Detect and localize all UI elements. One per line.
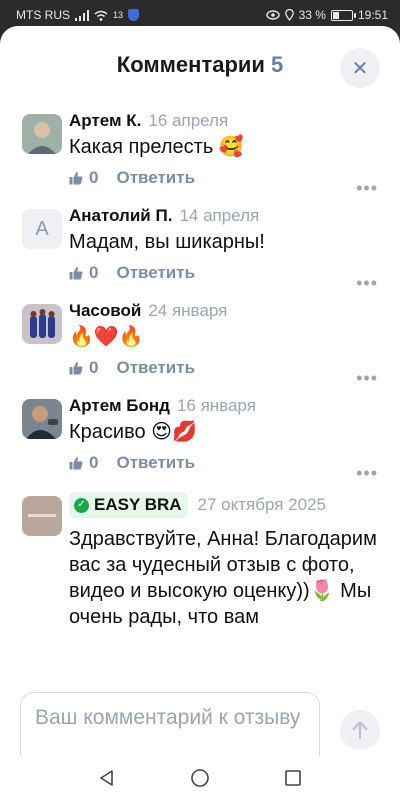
comment-body: Артем К. 16 апреля Какая прелесть 🥰 0 От… bbox=[69, 110, 380, 190]
status-bar-right: 33 % 19:51 bbox=[265, 8, 388, 22]
comment-item: Артем Бонд 16 января Красиво 😍💋 0 Ответи… bbox=[0, 395, 400, 485]
comment-meta: Артем Бонд 16 января bbox=[69, 395, 380, 417]
system-nav-bar bbox=[0, 756, 400, 800]
comment-date: 16 января bbox=[176, 396, 256, 415]
comment-date: 27 октября 2025 bbox=[197, 495, 327, 514]
signal-label: 13 bbox=[113, 10, 124, 20]
recents-square-icon bbox=[285, 770, 302, 786]
comment-author[interactable]: Анатолий П. bbox=[69, 205, 172, 227]
comment-item: А Анатолий П. 14 апреля Мадам, вы шикарн… bbox=[0, 205, 400, 295]
comment-actions: 0 Ответить bbox=[69, 261, 380, 285]
like-count: 0 bbox=[89, 263, 99, 282]
comment-actions: 0 Ответить bbox=[69, 356, 380, 380]
location-icon bbox=[284, 9, 294, 21]
thumbs-up-icon bbox=[69, 457, 83, 470]
comment-composer: Ваш комментарий к отзыву bbox=[0, 686, 400, 772]
avatar[interactable]: А bbox=[22, 209, 62, 249]
comment-text: 🔥❤️🔥 bbox=[69, 326, 144, 348]
thumbs-up-icon bbox=[69, 172, 83, 185]
more-options-icon[interactable]: ••• bbox=[356, 271, 378, 295]
home-circle-icon bbox=[191, 769, 209, 787]
battery-fill bbox=[332, 11, 339, 19]
comment-item: Часовой 24 января 🔥❤️🔥 0 Ответить ••• bbox=[0, 300, 400, 390]
verified-seller-badge[interactable]: ✓ EASY BRA bbox=[69, 492, 188, 518]
comment-actions: 0 Ответить bbox=[69, 451, 380, 475]
reply-button[interactable]: Ответить bbox=[116, 453, 195, 473]
eye-icon bbox=[265, 10, 280, 20]
like-button[interactable]: 0 bbox=[69, 168, 98, 188]
like-count: 0 bbox=[89, 358, 99, 377]
comment-author[interactable]: Артем Бонд bbox=[69, 395, 170, 417]
like-button[interactable]: 0 bbox=[69, 358, 98, 378]
thumbs-up-icon bbox=[69, 267, 83, 280]
home-button[interactable] bbox=[185, 763, 215, 793]
shop-name: EASY BRA bbox=[94, 495, 182, 514]
clock: 19:51 bbox=[357, 8, 388, 22]
like-count: 0 bbox=[89, 168, 99, 187]
comment-date: 16 апреля bbox=[148, 111, 229, 130]
back-button[interactable] bbox=[92, 763, 122, 793]
reply-button[interactable]: Ответить bbox=[116, 263, 195, 283]
send-button[interactable] bbox=[340, 710, 380, 750]
shop-reply-text: Здравствуйте, Анна! Благодарим вас за чу… bbox=[69, 528, 377, 628]
shield-icon bbox=[128, 9, 140, 21]
comments-sheet: Комментарии 5 ✕ Артем К. 16 апреля Какая … bbox=[0, 26, 400, 800]
comment-date: 14 апреля bbox=[179, 206, 260, 225]
battery-percent: 33 % bbox=[298, 8, 326, 22]
close-button[interactable]: ✕ bbox=[340, 48, 380, 88]
page-title: Комментарии 5 bbox=[117, 52, 283, 78]
comment-body: ✓ EASY BRA 27 октября 2025 Здравствуйте,… bbox=[69, 492, 380, 630]
comment-text: Какая прелесть 🥰 bbox=[69, 136, 244, 158]
like-button[interactable]: 0 bbox=[69, 453, 98, 473]
sheet-header: Комментарии 5 ✕ bbox=[0, 26, 400, 110]
comment-text: Мадам, вы шикарны! bbox=[69, 231, 265, 253]
close-icon: ✕ bbox=[351, 57, 369, 80]
comment-actions: 0 Ответить bbox=[69, 166, 380, 190]
comment-text: Красиво 😍💋 bbox=[69, 421, 197, 443]
comment-meta: ✓ EASY BRA 27 октября 2025 bbox=[69, 492, 380, 518]
recents-button[interactable] bbox=[278, 763, 308, 793]
back-triangle-icon bbox=[99, 770, 113, 786]
thumbs-up-icon bbox=[69, 362, 83, 375]
comment-author[interactable]: Артем К. bbox=[69, 110, 141, 132]
battery-icon bbox=[330, 9, 356, 21]
comment-meta: Артем К. 16 апреля bbox=[69, 110, 380, 132]
avatar[interactable] bbox=[22, 399, 62, 439]
comment-body: Артем Бонд 16 января Красиво 😍💋 0 Ответи… bbox=[69, 395, 380, 475]
avatar[interactable] bbox=[22, 114, 62, 154]
checkmark-icon: ✓ bbox=[74, 497, 89, 513]
like-button[interactable]: 0 bbox=[69, 263, 98, 283]
comment-item: Артем К. 16 апреля Какая прелесть 🥰 0 От… bbox=[0, 110, 400, 200]
wifi-icon bbox=[94, 10, 108, 21]
more-options-icon[interactable]: ••• bbox=[356, 366, 378, 390]
signal-icon bbox=[75, 9, 89, 21]
comment-body: Часовой 24 января 🔥❤️🔥 0 Ответить bbox=[69, 300, 380, 380]
reply-button[interactable]: Ответить bbox=[116, 358, 195, 378]
comment-meta: Часовой 24 января bbox=[69, 300, 380, 322]
shop-reply-item: ✓ EASY BRA 27 октября 2025 Здравствуйте,… bbox=[0, 492, 400, 662]
avatar[interactable] bbox=[22, 304, 62, 344]
comment-author[interactable]: Часовой bbox=[69, 300, 141, 322]
more-options-icon[interactable]: ••• bbox=[356, 176, 378, 200]
arrow-up-icon bbox=[352, 721, 368, 740]
like-count: 0 bbox=[89, 453, 99, 472]
status-bar-left: MTS RUS 13 bbox=[16, 8, 140, 22]
comment-body: Анатолий П. 14 апреля Мадам, вы шикарны!… bbox=[69, 205, 380, 285]
more-options-icon[interactable]: ••• bbox=[356, 461, 378, 485]
shop-logo[interactable] bbox=[22, 496, 62, 536]
comment-count: 5 bbox=[270, 52, 284, 77]
title-text: Комментарии bbox=[116, 52, 265, 77]
comment-date: 24 января bbox=[148, 301, 228, 320]
comment-meta: Анатолий П. 14 апреля bbox=[69, 205, 380, 227]
reply-button[interactable]: Ответить bbox=[116, 168, 195, 188]
carrier-label: MTS RUS bbox=[16, 8, 70, 22]
